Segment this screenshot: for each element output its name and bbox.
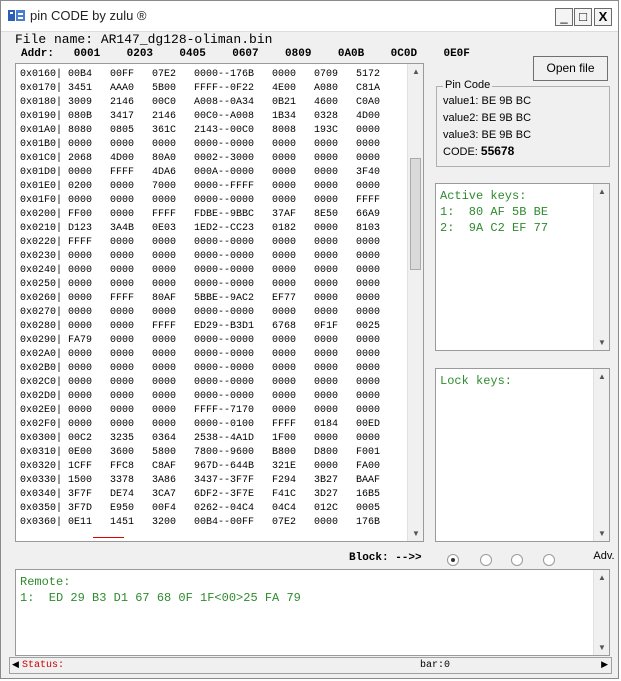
hex-scrollbar[interactable]: ▲ ▼ xyxy=(407,64,423,541)
close-button[interactable]: X xyxy=(594,8,612,26)
hex-row: 0x02B0| 0000 0000 0000 0000--0000 0000 0… xyxy=(20,363,381,374)
hex-row: 0x02D0| 0000 0000 0000 0000--0000 0000 0… xyxy=(20,391,381,402)
hex-row: 0x0240| 0000 0000 0000 0000--0000 0000 0… xyxy=(20,265,381,276)
minimize-button[interactable]: _ xyxy=(555,8,573,26)
remote-panel[interactable]: Remote: 1: ED 29 B3 D1 67 68 0F 1F<00>25… xyxy=(15,569,610,656)
hex-row: 0x0320| 1CFF FFC8 C8AF 967D--644B 321E 0… xyxy=(20,461,381,472)
scroll-right-icon[interactable]: ▶ xyxy=(601,659,608,670)
hex-view[interactable]: 0x0160| 00B4 00FF 07E2 0000--176B 0000 0… xyxy=(15,63,424,542)
hex-row: 0x0180| 3009 2146 00C0 A008--0A34 0B21 4… xyxy=(20,97,381,108)
scroll-down-icon[interactable]: ▼ xyxy=(598,643,606,652)
hex-row: 0x0360| 0E11 1451 3200 00B4--00FF 07E2 0… xyxy=(20,517,381,528)
hex-row: 0x0160| 00B4 00FF 07E2 0000--176B 0000 0… xyxy=(20,69,381,80)
hex-row: 0x0220| FFFF 0000 0000 0000--0000 0000 0… xyxy=(20,237,381,248)
pin-value2: value2: BE 9B BC xyxy=(443,112,532,124)
hex-row: 0x0190| 080B 3417 2146 00C0--A008 1B34 0… xyxy=(20,111,381,122)
lock-keys-text: Lock keys: xyxy=(440,374,513,388)
block-radio-3[interactable] xyxy=(511,554,523,566)
scroll-up-icon[interactable]: ▲ xyxy=(598,573,606,582)
active-keys-text: Active keys: 1: 80 AF 5B BE 2: 9A C2 EF … xyxy=(440,189,549,235)
hex-row: 0x0270| 0000 0000 0000 0000--0000 0000 0… xyxy=(20,307,381,318)
pin-code-title: Pin Code xyxy=(443,79,493,91)
pin-code-group: Pin Code value1: BE 9B BC value2: BE 9B … xyxy=(436,79,610,167)
active-keys-scrollbar[interactable]: ▲ ▼ xyxy=(593,184,609,350)
hex-row: 0x01D0| 0000 FFFF 4DA6 000A--0000 0000 0… xyxy=(20,167,381,178)
hex-row: 0x0200| FF00 0000 FFFF FDBE--9BBC 37AF 8… xyxy=(20,209,381,220)
status-bar: ◀ Status: bar:0 ▶ xyxy=(9,657,612,674)
active-keys-panel[interactable]: Active keys: 1: 80 AF 5B BE 2: 9A C2 EF … xyxy=(435,183,610,351)
hex-row: 0x0350| 3F7D E950 00F4 0262--04C4 04C4 0… xyxy=(20,503,381,514)
hex-row: 0x0310| 0E00 3600 5800 7800--9600 B800 D… xyxy=(20,447,381,458)
hex-row: 0x0250| 0000 0000 0000 0000--0000 0000 0… xyxy=(20,279,381,290)
code-value: 55678 xyxy=(480,144,515,158)
hex-row: 0x02F0| 0000 0000 0000 0000--0100 FFFF 0… xyxy=(20,419,381,430)
hex-row: 0x01C0| 2068 4D00 80A0 0002--3000 0000 0… xyxy=(20,153,381,164)
hex-row: 0x0290| FA79 0000 0000 0000--0000 0000 0… xyxy=(20,335,381,346)
hex-row: 0x01F0| 0000 0000 0000 0000--0000 0000 0… xyxy=(20,195,381,206)
hex-column-header: Addr: 0001 0203 0405 0607 0809 0A0B 0C0D… xyxy=(21,48,470,60)
scroll-down-icon[interactable]: ▼ xyxy=(412,529,420,538)
hex-row: 0x02C0| 0000 0000 0000 0000--0000 0000 0… xyxy=(20,377,381,388)
block-radio-4[interactable] xyxy=(543,554,555,566)
scroll-thumb[interactable] xyxy=(410,158,421,270)
hex-row: 0x02E0| 0000 0000 0000 FFFF--7170 0000 0… xyxy=(20,405,381,416)
file-name-label: File name: AR147_dg128-oliman.bin xyxy=(15,32,273,47)
app-icon xyxy=(8,10,25,21)
hex-row: 0x02A0| 0000 0000 0000 0000--0000 0000 0… xyxy=(20,349,381,360)
scroll-down-icon[interactable]: ▼ xyxy=(598,338,606,347)
adv-button[interactable]: Adv. xyxy=(589,547,619,567)
code-label: CODE: xyxy=(443,146,481,158)
bar-indicator: bar:0 xyxy=(420,660,451,671)
scroll-left-icon[interactable]: ◀ xyxy=(12,659,19,670)
scroll-up-icon[interactable]: ▲ xyxy=(598,187,606,196)
hex-rows: 0x0160| 00B4 00FF 07E2 0000--176B 0000 0… xyxy=(20,68,380,530)
hex-row: 0x01A0| 8080 0805 361C 2143--00C0 8008 1… xyxy=(20,125,381,136)
open-file-button[interactable]: Open file xyxy=(533,56,608,81)
scroll-down-icon[interactable]: ▼ xyxy=(598,529,606,538)
block-radio-2[interactable] xyxy=(480,554,492,566)
status-label: Status: xyxy=(22,660,65,671)
window-title: pin CODE by zulu ® xyxy=(30,8,147,23)
block-label: Block: -->> xyxy=(349,552,422,564)
error-underline xyxy=(93,537,124,538)
hex-row: 0x0330| 1500 3378 3A86 3437--3F7F F294 3… xyxy=(20,475,381,486)
scroll-up-icon[interactable]: ▲ xyxy=(412,67,420,76)
maximize-button[interactable]: □ xyxy=(574,8,592,26)
hex-row: 0x01E0| 0200 0000 7000 0000--FFFF 0000 0… xyxy=(20,181,381,192)
hex-row: 0x0260| 0000 FFFF 80AF 5BBE--9AC2 EF77 0… xyxy=(20,293,381,304)
lock-keys-scrollbar[interactable]: ▲ ▼ xyxy=(593,369,609,541)
remote-text: Remote: 1: ED 29 B3 D1 67 68 0F 1F<00>25… xyxy=(20,575,301,605)
remote-scrollbar[interactable]: ▲ ▼ xyxy=(593,570,609,655)
title-bar: pin CODE by zulu ® _ □ X xyxy=(1,1,618,32)
hex-row: 0x0170| 3451 AAA0 5B00 FFFF--0F22 4E00 A… xyxy=(20,83,381,94)
block-radio-1[interactable] xyxy=(447,554,459,566)
hex-row: 0x0300| 00C2 3235 0364 2538--4A1D 1F00 0… xyxy=(20,433,381,444)
scroll-up-icon[interactable]: ▲ xyxy=(598,372,606,381)
hex-row: 0x0210| D123 3A4B 0E03 1ED2--CC23 0182 0… xyxy=(20,223,381,234)
app-window: pin CODE by zulu ® _ □ X File name: AR14… xyxy=(0,0,619,679)
pin-value1: value1: BE 9B BC xyxy=(443,95,532,107)
hex-row: 0x0230| 0000 0000 0000 0000--0000 0000 0… xyxy=(20,251,381,262)
hex-row: 0x0340| 3F7F DE74 3CA7 6DF2--3F7E F41C 3… xyxy=(20,489,381,500)
hex-row: 0x0280| 0000 0000 FFFF ED29--B3D1 6768 0… xyxy=(20,321,381,332)
lock-keys-panel[interactable]: Lock keys: ▲ ▼ xyxy=(435,368,610,542)
pin-code-line: CODE: 55678 xyxy=(443,144,514,158)
hex-row: 0x01B0| 0000 0000 0000 0000--0000 0000 0… xyxy=(20,139,381,150)
pin-value3: value3: BE 9B BC xyxy=(443,129,532,141)
